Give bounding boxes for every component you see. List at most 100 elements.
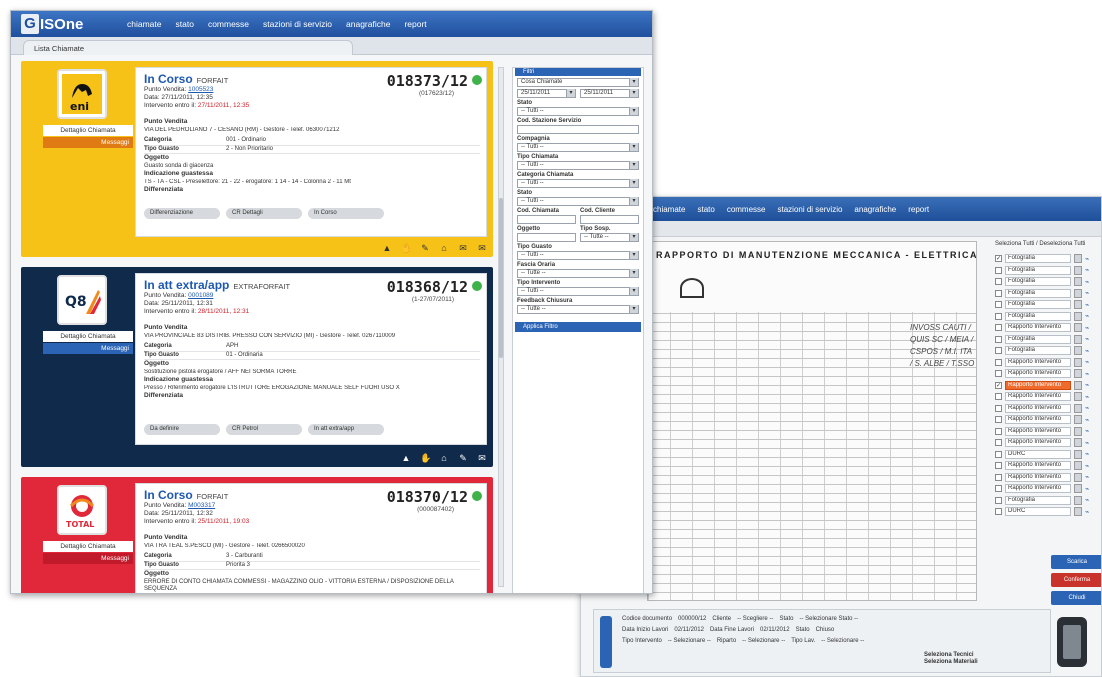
messages-link[interactable]: Messaggi (43, 553, 133, 564)
call-card-018368[interactable]: Q8 Dettaglio Chiamata Messaggi In att ex… (21, 267, 493, 467)
pill-stato[interactable]: In Corso (308, 208, 384, 219)
apply-filter-button[interactable]: Applica Filtro (515, 322, 641, 332)
checkbox[interactable] (995, 416, 1002, 424)
attachment-row[interactable]: ✓ Rapporto Intervento ⌁ (995, 380, 1101, 392)
chevron-down-icon[interactable] (1074, 334, 1082, 344)
select-all-toggle[interactable]: Seleziona Tutti / Deseleziona Tutti (995, 241, 1101, 253)
mail-icon[interactable]: ✉ (458, 243, 468, 253)
data-inizio-value[interactable]: 02/11/2012 (674, 627, 704, 633)
chevron-down-icon[interactable] (1074, 415, 1082, 425)
attachment-type-select[interactable]: Rapporto Intervento (1005, 403, 1071, 413)
chevron-down-icon[interactable] (1074, 346, 1082, 356)
messages-link[interactable]: Messaggi (43, 137, 133, 148)
checkbox[interactable]: ✓ (995, 381, 1002, 389)
checkbox[interactable] (995, 496, 1002, 504)
attachment-type-select[interactable]: Fotografia (1005, 334, 1071, 344)
attachment-row[interactable]: Fotografia ⌁ (995, 276, 1101, 288)
riparto-select[interactable]: -- Selezionare -- (742, 638, 785, 644)
data-fine-value[interactable]: 02/11/2012 (760, 627, 790, 633)
attachment-row[interactable]: Rapporto Intervento ⌁ (995, 437, 1101, 449)
cliente-select[interactable]: -- Scegliere -- (737, 616, 773, 622)
seleziona-materiali-link[interactable]: Seleziona Materiali (924, 659, 978, 665)
filter-cod-chiamata-input[interactable] (517, 215, 576, 224)
edit-icon[interactable]: ✎ (420, 243, 430, 253)
home-icon[interactable]: ⌂ (439, 243, 449, 253)
messages-link[interactable]: Messaggi (43, 343, 133, 354)
filter-tipo-sosp-select[interactable]: -- Tutte -- (580, 233, 639, 242)
chevron-down-icon[interactable] (1074, 300, 1082, 310)
back-nav-anagrafiche[interactable]: anagrafiche (854, 205, 896, 214)
nav-report[interactable]: report (404, 19, 426, 29)
filter-stato2-select[interactable]: -- Tutti -- (517, 197, 639, 206)
pill-cr-petrol[interactable]: CR Petrol (226, 424, 302, 435)
pv-link[interactable]: 0001089 (188, 292, 213, 299)
attachment-type-select[interactable]: Rapporto Intervento (1005, 380, 1071, 390)
checkbox[interactable] (995, 508, 1002, 516)
chevron-down-icon[interactable] (1074, 369, 1082, 379)
checkbox[interactable] (995, 473, 1002, 481)
scrollbar-thumb[interactable] (499, 198, 503, 358)
chevron-down-icon[interactable] (1074, 484, 1082, 494)
hand-icon[interactable]: ✋ (401, 243, 412, 253)
filter-tipo-guasto-select[interactable]: -- Tutti -- (517, 251, 639, 260)
attach-icon[interactable]: ⌁ (1085, 335, 1089, 343)
checkbox[interactable] (995, 289, 1002, 297)
edit-icon[interactable]: ✎ (458, 453, 468, 463)
attachment-type-select[interactable]: Fotografia (1005, 277, 1071, 287)
attach-icon[interactable]: ⌁ (1085, 370, 1089, 378)
checkbox[interactable] (995, 404, 1002, 412)
cosa-select[interactable]: Cosa Chiamate (517, 78, 639, 87)
mail-alt-icon[interactable]: ✉ (477, 243, 487, 253)
checkbox[interactable] (995, 439, 1002, 447)
pill-stato[interactable]: In att extra/app (308, 424, 384, 435)
chevron-down-icon[interactable] (1074, 254, 1082, 264)
attachment-row[interactable]: Rapporto Intervento ⌁ (995, 322, 1101, 334)
attach-icon[interactable]: ⌁ (1085, 496, 1089, 504)
attachment-row[interactable]: Rapporto Intervento ⌁ (995, 414, 1101, 426)
checkbox[interactable] (995, 278, 1002, 286)
chevron-down-icon[interactable] (1074, 403, 1082, 413)
attachment-type-select[interactable]: Fotografia (1005, 265, 1071, 275)
detail-link[interactable]: Dettaglio Chiamata (43, 541, 133, 552)
nav-commesse[interactable]: commesse (208, 19, 249, 29)
close-button[interactable]: Chiudi (1051, 591, 1101, 605)
nav-stato[interactable]: stato (176, 19, 194, 29)
stato-select[interactable]: -- Selezionare Stato -- (799, 616, 858, 622)
attach-icon[interactable]: ⌁ (1085, 347, 1089, 355)
back-tab[interactable]: Lista Chiamate (581, 221, 1101, 237)
attach-icon[interactable]: ⌁ (1085, 324, 1089, 332)
chevron-down-icon[interactable] (1074, 472, 1082, 482)
attach-icon[interactable]: ⌁ (1085, 358, 1089, 366)
attachment-row[interactable]: Rapporto Intervento ⌁ (995, 426, 1101, 438)
filter-tipo-chiamata-select[interactable]: -- Tutti -- (517, 161, 639, 170)
date-to-input[interactable]: 25/11/2011 (580, 89, 639, 98)
attachment-type-select[interactable]: Fotografia (1005, 311, 1071, 321)
nav-anagrafiche[interactable]: anagrafiche (346, 19, 390, 29)
checkbox[interactable] (995, 393, 1002, 401)
mail-icon[interactable]: ✉ (477, 453, 487, 463)
checkbox[interactable] (995, 358, 1002, 366)
attachment-row[interactable]: Fotografia ⌁ (995, 265, 1101, 277)
filter-cod-cliente-input[interactable] (580, 215, 639, 224)
chevron-down-icon[interactable] (1074, 426, 1082, 436)
attachment-type-select[interactable]: Rapporto Intervento (1005, 357, 1071, 367)
pv-link[interactable]: 1005523 (188, 86, 213, 93)
back-nav-stazioni[interactable]: stazioni di servizio (778, 205, 843, 214)
filter-stato-select[interactable]: -- Tutti -- (517, 107, 639, 116)
pill-cr-dettagli[interactable]: CR Dettagli (226, 208, 302, 219)
back-nav-report[interactable]: report (908, 205, 929, 214)
checkbox[interactable] (995, 370, 1002, 378)
attachment-type-select[interactable]: Fotografia (1005, 495, 1071, 505)
attachment-type-select[interactable]: Rapporto Intervento (1005, 426, 1071, 436)
filter-fascia-oraria-select[interactable]: -- Tutte -- (517, 269, 639, 278)
attachment-row[interactable]: Rapporto Intervento ⌁ (995, 391, 1101, 403)
download-button[interactable]: Scarica (1051, 555, 1101, 569)
attachment-type-select[interactable]: Fotografia (1005, 254, 1071, 264)
nav-chiamate[interactable]: chiamate (127, 19, 162, 29)
attachment-type-select[interactable]: Rapporto Intervento (1005, 461, 1071, 471)
chevron-down-icon[interactable] (1074, 380, 1082, 390)
filter-tipo-intervento-select[interactable]: -- Tutti -- (517, 287, 639, 296)
confirm-button[interactable]: Conferma (1051, 573, 1101, 587)
attachment-row[interactable]: Rapporto Intervento ⌁ (995, 357, 1101, 369)
filter-feedback-select[interactable]: -- Tutte -- (517, 305, 639, 314)
